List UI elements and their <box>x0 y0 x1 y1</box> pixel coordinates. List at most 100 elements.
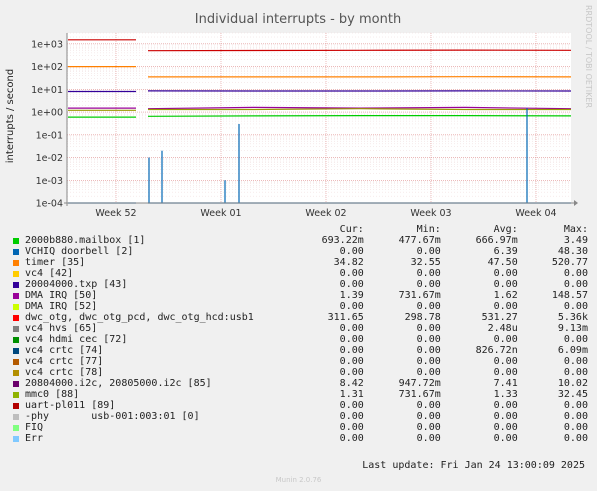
legend-cur: 1.39 <box>339 290 364 301</box>
legend-swatch-icon <box>13 325 19 332</box>
legend-min: 0.00 <box>416 279 441 290</box>
legend-swatch-icon <box>13 292 19 299</box>
legend-swatch-icon <box>13 347 19 354</box>
legend-max: 0.00 <box>563 433 588 444</box>
legend-min: 0.00 <box>416 356 441 367</box>
legend-min: 32.55 <box>410 257 441 268</box>
legend-row: timer [35] 34.82 32.55 47.50 520.77 <box>13 257 588 268</box>
legend-header: Cur: Min: Avg: Max: <box>13 224 588 235</box>
legend-swatch-icon <box>13 281 19 288</box>
legend-label: dwc_otg, dwc_otg_pcd, dwc_otg_hcd:usb1 [… <box>25 312 254 323</box>
legend-cur: 0.00 <box>339 301 364 312</box>
legend-row: DMA IRQ [52] 0.00 0.00 0.00 0.00 <box>13 301 588 312</box>
legend-min: 0.00 <box>416 334 441 345</box>
y-tick-label: 1e-02 <box>36 153 63 164</box>
legend-max: 10.02 <box>557 378 588 389</box>
munin-version: Munin 2.0.76 <box>275 476 322 484</box>
y-tick-label: 1e+00 <box>31 108 63 119</box>
legend-row: vc4 crtc [74] 0.00 0.00 826.72n 6.09m <box>13 345 588 356</box>
legend-max: 0.00 <box>563 367 588 378</box>
legend-avg: 0.00 <box>493 422 518 433</box>
legend: Cur: Min: Avg: Max: 2000b880.mailbox [1]… <box>13 224 588 444</box>
legend-row: vc4 crtc [77] 0.00 0.00 0.00 0.00 <box>13 356 588 367</box>
legend-cur: 1.31 <box>339 389 364 400</box>
y-tick-label: 1e+03 <box>31 39 63 50</box>
header-min: Min: <box>416 224 441 235</box>
legend-row: vc4 crtc [78] 0.00 0.00 0.00 0.00 <box>13 367 588 378</box>
legend-cur: 311.65 <box>327 312 364 323</box>
legend-label: uart-pl011 [89] <box>25 400 116 411</box>
legend-avg: 0.00 <box>493 367 518 378</box>
series-line <box>147 49 572 52</box>
legend-cur: 34.82 <box>333 257 364 268</box>
legend-avg: 0.00 <box>493 268 518 279</box>
y-tick-label: 1e-04 <box>36 199 63 210</box>
x-tick-label: Week 03 <box>410 208 451 219</box>
legend-max: 5.36k <box>557 312 588 323</box>
legend-label: vc4 crtc [78] <box>25 367 104 378</box>
legend-cur: 0.00 <box>339 356 364 367</box>
legend-row: mmc0 [88] 1.31 731.67m 1.33 32.45 <box>13 389 588 400</box>
legend-min: 731.67m <box>398 389 441 400</box>
legend-min: 0.00 <box>416 345 441 356</box>
legend-min: 0.00 <box>416 400 441 411</box>
legend-row: vc4 hvs [65] 0.00 0.00 2.48u 9.13m <box>13 323 588 334</box>
legend-label: timer [35] <box>25 257 86 268</box>
x-tick-label: Week 04 <box>515 208 556 219</box>
legend-swatch-icon <box>13 369 19 376</box>
legend-swatch-icon <box>13 314 19 321</box>
legend-row: 20004000.txp [43] 0.00 0.00 0.00 0.00 <box>13 279 588 290</box>
legend-min: 0.00 <box>416 433 441 444</box>
chart: Individual interrupts - by month interru… <box>5 5 593 219</box>
legend-label: 2000b880.mailbox [1] <box>25 235 146 246</box>
legend-avg: 7.41 <box>493 378 518 389</box>
legend-max: 3.49 <box>563 235 588 246</box>
legend-avg: 0.00 <box>493 356 518 367</box>
legend-label: -phy usb-001:003:01 [0] <box>25 411 200 422</box>
rrdtool-side-label: RRDTOOL / TOBI OETIKER <box>584 5 593 108</box>
legend-label: vc4 hdmi cec [72] <box>25 334 128 345</box>
legend-row: vc4 hdmi cec [72] 0.00 0.00 0.00 0.00 <box>13 334 588 345</box>
legend-label: vc4 hvs [65] <box>25 323 98 334</box>
legend-avg: 0.00 <box>493 279 518 290</box>
legend-label: 20804000.i2c, 20805000.i2c [85] <box>25 378 212 389</box>
legend-label: DMA IRQ [52] <box>25 301 98 312</box>
legend-row: FIQ 0.00 0.00 0.00 0.00 <box>13 422 588 433</box>
legend-avg: 0.00 <box>493 301 518 312</box>
y-axis-label: interrupts / second <box>5 69 16 163</box>
legend-swatch-icon <box>13 336 19 343</box>
legend-max: 520.77 <box>551 257 588 268</box>
legend-min: 298.78 <box>404 312 441 323</box>
legend-min: 0.00 <box>416 268 441 279</box>
legend-cur: 8.42 <box>339 378 364 389</box>
legend-row: 20804000.i2c, 20805000.i2c [85] 8.42 947.7… <box>13 378 588 389</box>
legend-cur: 0.00 <box>339 433 364 444</box>
legend-swatch-icon <box>13 248 19 255</box>
legend-cur: 0.00 <box>339 422 364 433</box>
legend-max: 9.13m <box>557 323 588 334</box>
legend-rows: 2000b880.mailbox [1] 693.22m 477.67m 666.97… <box>13 235 588 444</box>
legend-avg: 666.97m <box>475 235 518 246</box>
legend-cur: 0.00 <box>339 400 364 411</box>
legend-cur: 0.00 <box>339 411 364 422</box>
legend-avg: 826.72n <box>475 345 518 356</box>
header-spacer <box>13 224 19 230</box>
legend-row: vc4 [42] 0.00 0.00 0.00 0.00 <box>13 268 588 279</box>
x-tick-label: Week 01 <box>200 208 241 219</box>
legend-max: 6.09m <box>557 345 588 356</box>
legend-label: VCHIQ doorbell [2] <box>25 246 134 257</box>
legend-min: 477.67m <box>398 235 441 246</box>
y-ticks: 1e+03 1e+02 1e+01 1e+00 1e-01 1e-02 1e-03 1e-04 <box>31 39 63 209</box>
legend-max: 0.00 <box>563 422 588 433</box>
header-cur: Cur: <box>339 224 364 235</box>
legend-cur: 0.00 <box>339 345 364 356</box>
legend-label: mmc0 [88] <box>25 389 80 400</box>
legend-max: 32.45 <box>557 389 588 400</box>
legend-label: vc4 crtc [74] <box>25 345 104 356</box>
legend-cur: 693.22m <box>321 235 364 246</box>
legend-swatch-icon <box>13 358 19 365</box>
legend-max: 0.00 <box>563 334 588 345</box>
legend-swatch-icon <box>13 391 19 398</box>
legend-swatch-icon <box>13 237 19 244</box>
legend-swatch-icon <box>13 303 19 310</box>
